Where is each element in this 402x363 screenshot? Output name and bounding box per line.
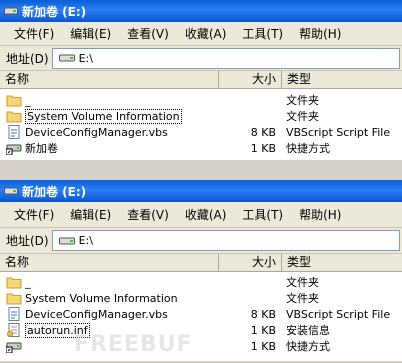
file-type: 安装信息 xyxy=(286,324,330,337)
column-header-name[interactable]: 名称 xyxy=(0,71,219,88)
address-value: E:\ xyxy=(78,234,93,247)
folder-icon xyxy=(6,277,22,289)
column-header-row: 名称 大小 类型 xyxy=(0,254,402,272)
file-size: 1 KB xyxy=(250,323,276,337)
watermark: FREEBUF xyxy=(74,332,193,357)
file-name: DeviceConfigManager.vbs xyxy=(25,307,168,321)
drive-icon xyxy=(58,54,75,62)
file-name: DeviceConfigManager.vbs xyxy=(25,125,168,139)
address-bar: 地址(D) E:\ xyxy=(0,46,402,71)
column-header-row: 名称 大小 类型 xyxy=(0,71,402,89)
file-name: _ xyxy=(25,275,31,289)
list-item[interactable]: 新加卷 1 KB 快捷方式 xyxy=(0,140,402,156)
file-name: System Volume Information xyxy=(25,108,182,124)
explorer-window-1: 新加卷 (E:) 文件(F) 编辑(E) 查看(V) 收藏(A) 工具(T) 帮… xyxy=(0,0,402,160)
file-type: 文件夹 xyxy=(286,276,319,289)
file-name: System Volume Information xyxy=(25,291,178,305)
vbs-file-icon xyxy=(8,125,20,139)
menu-edit[interactable]: 编辑(E) xyxy=(62,206,119,223)
address-input[interactable]: E:\ xyxy=(51,230,400,251)
drive-shortcut-icon xyxy=(6,144,22,155)
list-item[interactable]: DeviceConfigManager.vbs 8 KB VBScript Sc… xyxy=(0,306,402,322)
file-list: 名称 大小 类型 _ 文件夹 System Volume Information… xyxy=(0,254,402,361)
file-type: VBScript Script File xyxy=(286,125,391,139)
column-header-type[interactable]: 类型 xyxy=(282,254,402,271)
list-item[interactable]: _ 文件夹 xyxy=(0,92,402,108)
menu-file[interactable]: 文件(F) xyxy=(6,25,62,42)
list-item[interactable]: _ 文件夹 xyxy=(0,274,402,290)
list-item[interactable]: System Volume Information 文件夹 xyxy=(0,108,402,124)
menu-tools[interactable]: 工具(T) xyxy=(234,206,291,223)
drive-shortcut-icon xyxy=(6,342,22,353)
file-type: 快捷方式 xyxy=(286,340,330,353)
file-type: 快捷方式 xyxy=(286,142,330,155)
folder-icon xyxy=(6,95,22,107)
file-list: 名称 大小 类型 _ 文件夹 System Volume Information… xyxy=(0,71,402,160)
file-type: 文件夹 xyxy=(286,94,319,107)
title-bar[interactable]: 新加卷 (E:) xyxy=(0,0,402,22)
list-item[interactable]: autorun.inf 1 KB 安装信息 xyxy=(0,322,402,338)
folder-icon xyxy=(6,111,22,123)
column-header-size[interactable]: 大小 xyxy=(219,254,282,271)
file-type: 文件夹 xyxy=(286,110,319,123)
menu-favorites[interactable]: 收藏(A) xyxy=(177,206,235,223)
file-name: _ xyxy=(25,93,31,107)
menu-view[interactable]: 查看(V) xyxy=(119,206,177,223)
folder-icon xyxy=(6,293,22,305)
drive-icon xyxy=(58,237,75,244)
file-type: 文件夹 xyxy=(286,292,319,305)
list-item[interactable]: DeviceConfigManager.vbs 8 KB VBScript Sc… xyxy=(0,124,402,140)
inf-file-icon xyxy=(7,323,20,337)
menu-edit[interactable]: 编辑(E) xyxy=(62,25,119,42)
file-name: 新加卷 xyxy=(25,142,58,155)
menu-file[interactable]: 文件(F) xyxy=(6,206,62,223)
list-item[interactable]: System Volume Information 文件夹 xyxy=(0,290,402,306)
file-size: 1 KB xyxy=(250,339,276,353)
column-header-size[interactable]: 大小 xyxy=(219,71,282,88)
window-title: 新加卷 (E:) xyxy=(22,4,87,19)
menu-bar: 文件(F) 编辑(E) 查看(V) 收藏(A) 工具(T) 帮助(H) xyxy=(0,202,402,228)
file-size: 8 KB xyxy=(250,307,276,321)
menu-bar: 文件(F) 编辑(E) 查看(V) 收藏(A) 工具(T) 帮助(H) xyxy=(0,22,402,46)
title-bar[interactable]: 新加卷 (E:) xyxy=(0,180,402,202)
drive-icon xyxy=(4,7,18,15)
menu-tools[interactable]: 工具(T) xyxy=(234,25,291,42)
address-label: 地址(D) xyxy=(6,234,49,248)
column-header-type[interactable]: 类型 xyxy=(282,71,402,88)
menu-favorites[interactable]: 收藏(A) xyxy=(177,25,235,42)
address-label: 地址(D) xyxy=(6,51,49,66)
address-bar: 地址(D) E:\ xyxy=(0,228,402,254)
vbs-file-icon xyxy=(8,307,20,321)
menu-view[interactable]: 查看(V) xyxy=(119,25,177,42)
list-item[interactable]: 1 KB 快捷方式 xyxy=(0,338,402,354)
window-title: 新加卷 (E:) xyxy=(22,184,87,199)
address-value: E:\ xyxy=(78,51,93,65)
menu-help[interactable]: 帮助(H) xyxy=(291,206,349,223)
file-size: 1 KB xyxy=(250,141,276,155)
address-input[interactable]: E:\ xyxy=(51,47,400,69)
drive-icon xyxy=(4,187,18,195)
file-type: VBScript Script File xyxy=(286,307,391,321)
file-size: 8 KB xyxy=(250,125,276,139)
explorer-window-2: 新加卷 (E:) 文件(F) 编辑(E) 查看(V) 收藏(A) 工具(T) 帮… xyxy=(0,180,402,361)
column-header-name[interactable]: 名称 xyxy=(0,254,219,271)
menu-help[interactable]: 帮助(H) xyxy=(291,25,349,42)
